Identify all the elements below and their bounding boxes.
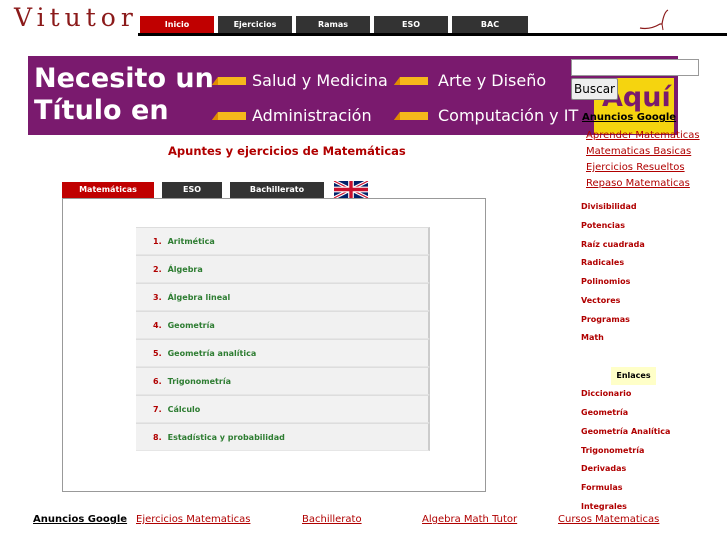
- topic-item[interactable]: 4. Geometría: [136, 311, 430, 339]
- tab-matematicas[interactable]: Matemáticas: [62, 182, 154, 198]
- google-ad-link[interactable]: Aprender Matematicas: [586, 130, 700, 141]
- topic-label: Estadística y probabilidad: [167, 433, 285, 442]
- topic-number: 3.: [153, 293, 162, 302]
- search-input[interactable]: [571, 59, 699, 76]
- bottom-ad-link[interactable]: Ejercicios Matematicas: [136, 514, 250, 525]
- topic-label: Cálculo: [167, 405, 201, 414]
- enlaces-heading: Enlaces: [611, 367, 656, 385]
- uk-flag-icon[interactable]: [333, 181, 369, 198]
- topic-number: 4.: [153, 321, 162, 330]
- integral-logo-icon: [639, 9, 669, 31]
- topic-item[interactable]: 3. Álgebra lineal: [136, 283, 430, 311]
- enlace-link[interactable]: Geometría Analítica: [581, 427, 670, 436]
- nav-inicio[interactable]: Inicio: [140, 16, 214, 34]
- site-logo[interactable]: Vitutor: [14, 4, 138, 32]
- topic-number: 2.: [153, 265, 162, 274]
- bottom-ads-heading: Anuncios Google: [33, 514, 128, 525]
- topic-number: 6.: [153, 377, 162, 386]
- tab-bachillerato[interactable]: Bachillerato: [230, 182, 324, 198]
- sidebar-link[interactable]: Potencias: [581, 221, 625, 230]
- topic-item[interactable]: 8. Estadística y probabilidad: [136, 423, 430, 451]
- banner-line-2: Título en: [34, 95, 169, 126]
- topic-label: Geometría: [167, 321, 215, 330]
- pencil-icon: [212, 77, 246, 85]
- banner-item-computacion: Computación y IT: [438, 106, 579, 125]
- bottom-ad-link[interactable]: Cursos Matematicas: [558, 514, 659, 525]
- banner-line-1: Necesito un: [34, 63, 214, 94]
- sidebar-link[interactable]: Vectores: [581, 296, 620, 305]
- enlace-link[interactable]: Diccionario: [581, 389, 631, 398]
- topic-list: 1. Aritmética 2. Álgebra 3. Álgebra lineal …: [136, 227, 430, 451]
- google-ad-link[interactable]: Matematicas Basicas: [586, 146, 691, 157]
- nav-bac[interactable]: BAC: [452, 16, 528, 34]
- topic-item[interactable]: 2. Álgebra: [136, 255, 430, 283]
- topic-number: 1.: [153, 237, 162, 246]
- enlace-link[interactable]: Formulas: [581, 483, 623, 492]
- topic-label: Geometría analítica: [167, 349, 257, 358]
- banner-item-administracion: Administración: [252, 106, 372, 125]
- topic-item[interactable]: 5. Geometría analítica: [136, 339, 430, 367]
- bottom-ad-link[interactable]: Bachillerato: [302, 514, 362, 525]
- google-ads-heading: Anuncios Google: [582, 112, 677, 123]
- page-title: Apuntes y ejercicios de Matemáticas: [168, 144, 406, 158]
- sidebar-link[interactable]: Polinomios: [581, 277, 630, 286]
- pencil-icon: [394, 112, 428, 120]
- nav-divider: [138, 33, 727, 36]
- sidebar-link[interactable]: Programas: [581, 315, 630, 324]
- sidebar-link[interactable]: Math: [581, 333, 604, 342]
- nav-eso[interactable]: ESO: [374, 16, 448, 34]
- topic-item[interactable]: 1. Aritmética: [136, 227, 430, 255]
- google-ad-link[interactable]: Ejercicios Resueltos: [586, 162, 685, 173]
- sidebar-link[interactable]: Raíz cuadrada: [581, 240, 645, 249]
- banner-item-arte: Arte y Diseño: [438, 71, 547, 90]
- topic-item[interactable]: 7. Cálculo: [136, 395, 430, 423]
- banner-item-salud: Salud y Medicina: [252, 71, 388, 90]
- topic-item[interactable]: 6. Trigonometría: [136, 367, 430, 395]
- enlace-link[interactable]: Geometría: [581, 408, 628, 417]
- sidebar-link[interactable]: Divisibilidad: [581, 202, 637, 211]
- enlace-link[interactable]: Integrales: [581, 502, 627, 511]
- nav-ramas[interactable]: Ramas: [296, 16, 370, 34]
- search-button[interactable]: Buscar: [571, 78, 618, 100]
- enlace-link[interactable]: Trigonometría: [581, 446, 644, 455]
- topic-label: Aritmética: [167, 237, 215, 246]
- topic-label: Álgebra lineal: [167, 293, 231, 302]
- pencil-icon: [394, 77, 428, 85]
- topic-number: 8.: [153, 433, 162, 442]
- tab-eso[interactable]: ESO: [162, 182, 222, 198]
- pencil-icon: [212, 112, 246, 120]
- enlace-link[interactable]: Derivadas: [581, 464, 626, 473]
- google-ad-link[interactable]: Repaso Matematicas: [586, 178, 690, 189]
- topic-label: Álgebra: [167, 265, 203, 274]
- bottom-ad-link[interactable]: Algebra Math Tutor: [422, 514, 517, 525]
- topic-number: 5.: [153, 349, 162, 358]
- topic-number: 7.: [153, 405, 162, 414]
- topic-label: Trigonometría: [167, 377, 231, 386]
- nav-ejercicios[interactable]: Ejercicios: [218, 16, 292, 34]
- sidebar-link[interactable]: Radicales: [581, 258, 624, 267]
